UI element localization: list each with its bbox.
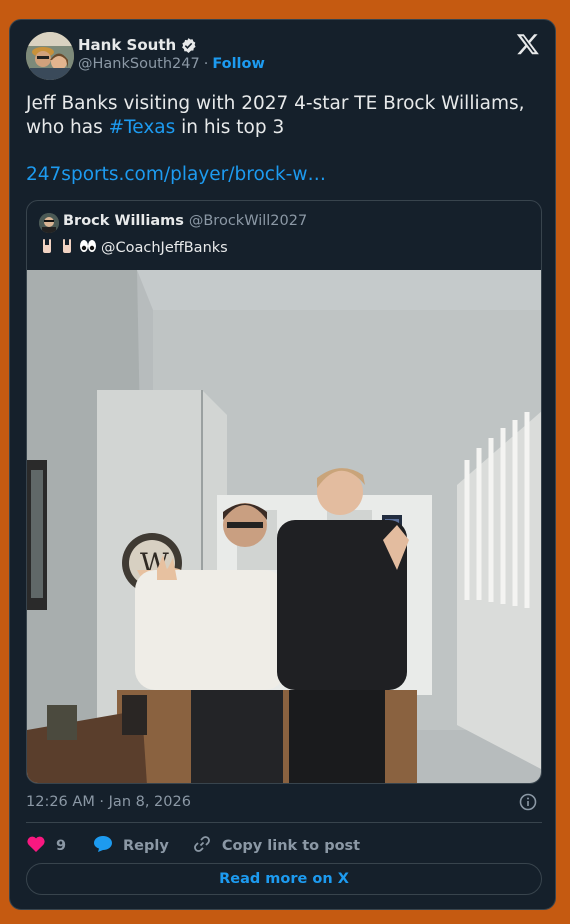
quote-mention[interactable]: @CoachJeffBanks	[101, 240, 228, 256]
author-handle[interactable]: @HankSouth247	[78, 56, 200, 72]
quoted-tweet[interactable]: Brock Williams @BrockWill2027 @CoachJeff…	[26, 200, 542, 784]
tweet-timestamp[interactable]: 12:26 AM · Jan 8, 2026	[26, 794, 191, 810]
horns-emoji-icon	[39, 238, 55, 258]
reply-button[interactable]: Reply	[93, 835, 169, 857]
article-link[interactable]: 247sports.com/player/brock-w…	[26, 164, 326, 185]
quote-author-name[interactable]: Brock Williams	[63, 213, 184, 229]
quote-text: @CoachJeffBanks	[39, 238, 228, 258]
quote-author-handle[interactable]: @BrockWill2027	[189, 213, 307, 229]
tweet-text: Jeff Banks visiting with 2027 4-star TE …	[26, 92, 526, 140]
read-more-button[interactable]: Read more on X	[26, 863, 542, 895]
tweet-text-part: in his top 3	[175, 117, 285, 138]
verified-badge-icon	[180, 37, 197, 54]
like-count: 9	[56, 838, 67, 854]
handle-separator: ·	[203, 56, 209, 72]
like-button[interactable]: 9	[26, 835, 83, 857]
copy-link-label: Copy link to post	[221, 838, 361, 854]
divider	[26, 822, 542, 823]
follow-button[interactable]: Follow	[212, 56, 265, 72]
quote-photo[interactable]: W	[27, 270, 541, 783]
action-bar: 9 Reply Copy link to post	[26, 834, 360, 858]
x-logo-icon[interactable]	[516, 32, 540, 56]
reply-label: Reply	[123, 838, 169, 854]
author-name[interactable]: Hank South	[78, 36, 176, 54]
reply-bubble-icon	[93, 835, 113, 857]
quote-author-avatar[interactable]	[39, 213, 59, 233]
link-icon	[192, 834, 212, 858]
heart-icon	[26, 835, 46, 857]
author-avatar[interactable]	[26, 32, 74, 80]
tweet-card: Hank South @HankSouth247 · Follow Jeff B…	[9, 19, 556, 910]
horns-emoji-icon	[59, 238, 75, 258]
copy-link-button[interactable]: Copy link to post	[192, 834, 360, 858]
eyes-emoji-icon	[79, 238, 97, 258]
info-icon[interactable]	[519, 793, 537, 811]
hashtag-link[interactable]: #Texas	[109, 117, 176, 138]
